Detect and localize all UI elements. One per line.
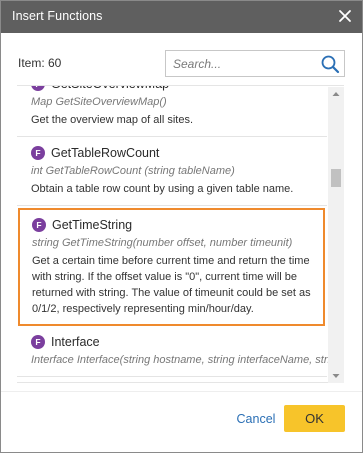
function-description: Get a certain time before current time a… [32, 255, 311, 315]
close-icon[interactable] [337, 8, 353, 24]
function-name: GetTableRowCount [51, 146, 160, 160]
cancel-button[interactable]: Cancel [233, 406, 279, 432]
item-count: Item: 60 [18, 56, 62, 70]
search-box [165, 50, 345, 77]
scroll-up-arrow-icon[interactable] [328, 87, 344, 101]
function-name: Interface [51, 335, 100, 349]
footer-divider [1, 391, 362, 392]
ok-button[interactable]: OK [284, 405, 345, 432]
function-signature: Map GetSiteOverviewMap() [31, 96, 167, 108]
function-item[interactable]: F Interface Interface Interface(string hos… [17, 326, 344, 377]
scroll-down-arrow-icon[interactable] [328, 369, 344, 383]
function-item[interactable]: F GetSiteOverviewMap Map GetSiteOverviewMa… [17, 86, 327, 137]
function-item[interactable]: F GetTableRowCount int GetTableRowCount (s… [17, 137, 327, 206]
function-icon: F [31, 146, 45, 160]
search-input[interactable] [166, 51, 314, 76]
function-signature: Interface Interface(string hostname, str… [31, 354, 344, 366]
insert-functions-dialog: Insert Functions Item: 60 F GetSiteOvervi… [0, 0, 363, 453]
search-icon[interactable] [320, 54, 340, 74]
scroll-thumb[interactable] [331, 168, 341, 187]
function-item-header: F Interface [31, 333, 317, 351]
function-signature: int GetTableRowCount (string tableName) [31, 165, 235, 177]
function-icon: F [31, 335, 45, 349]
function-item-header: F GetTimeString [32, 216, 315, 234]
dialog-titlebar: Insert Functions [1, 1, 362, 33]
function-item-header: F GetTableRowCount [31, 144, 317, 162]
function-icon: F [31, 86, 45, 91]
function-description: Obtain a table row count by using a give… [31, 183, 294, 195]
function-item-header: F GetSiteOverviewMap [31, 86, 317, 93]
function-item[interactable]: F GetTimeString string GetTimeString(numbe… [18, 208, 325, 326]
list-scrollbar[interactable] [328, 87, 344, 383]
function-signature: string GetTimeString(number offset, numb… [32, 237, 293, 249]
function-name: GetSiteOverviewMap [51, 86, 169, 91]
function-description: Get the overview map of all sites. [31, 114, 194, 126]
function-list-items: F GetSiteOverviewMap Map GetSiteOverviewMa… [17, 86, 344, 377]
function-icon: F [32, 218, 46, 232]
dialog-title: Insert Functions [12, 9, 103, 23]
function-list: F GetSiteOverviewMap Map GetSiteOverviewMa… [17, 85, 344, 383]
function-name: GetTimeString [52, 218, 133, 232]
